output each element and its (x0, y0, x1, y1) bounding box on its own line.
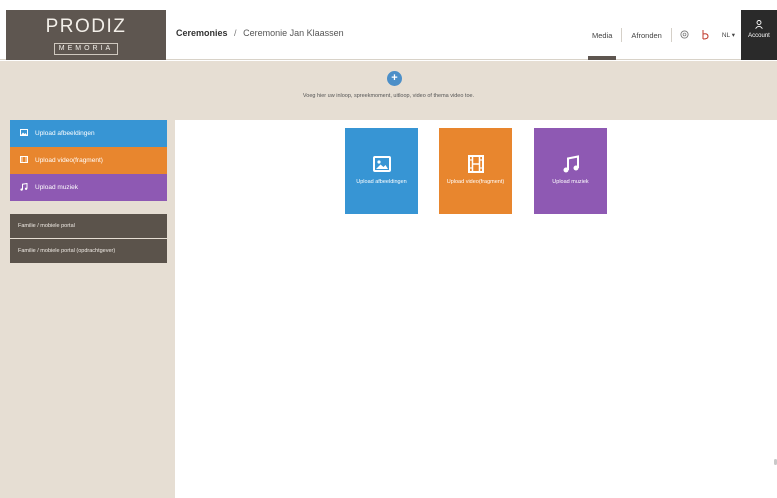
sidebar-family-portal-button[interactable]: Familie / mobiele portal (10, 214, 167, 238)
breadcrumb-ceremonies-link[interactable]: Ceremonies (176, 28, 228, 38)
upload-images-tile[interactable]: Upload afbeeldingen (345, 128, 418, 214)
sidebar-family-portal-client-button[interactable]: Familie / mobiele portal (opdrachtgever) (10, 239, 167, 263)
nav-media-label: Media (591, 30, 613, 40)
music-note-icon (19, 182, 29, 193)
nav-afronden-tab[interactable]: Afronden (624, 10, 668, 60)
upload-images-tile-label: Upload afbeeldingen (356, 179, 407, 185)
logo-main-text: PRODIZ (45, 16, 127, 37)
nav-afronden-label: Afronden (631, 30, 662, 40)
upload-music-tile[interactable]: Upload muziek (534, 128, 607, 214)
account-label: Account (748, 33, 770, 39)
nav-media-tab[interactable]: Media (585, 10, 619, 60)
prodiz-memoria-logo[interactable]: PRODIZ MEMORIA (6, 10, 166, 60)
breadcrumb: Ceremonies / Ceremonie Jan Klaassen (176, 28, 344, 38)
logo-sub-text: MEMORIA (53, 43, 119, 55)
media-drop-zone[interactable]: + Voeg hier uw inloop, spreekmoment, uit… (0, 61, 777, 120)
add-media-button[interactable]: + (387, 71, 402, 86)
main-content: Upload afbeeldingen Upload video(fragmen… (175, 120, 777, 498)
drop-zone-instructions: Voeg hier uw inloop, spreekmoment, uitlo… (302, 93, 475, 99)
image-icon (19, 129, 29, 138)
help-icon[interactable] (674, 29, 695, 41)
notification-icon[interactable] (695, 29, 716, 42)
sidebar: Upload afbeeldingen Upload video(fragmen… (0, 120, 175, 498)
upload-video-tile[interactable]: Upload video(fragment) (439, 128, 512, 214)
sidebar-upload-video-button[interactable]: Upload video(fragment) (10, 147, 167, 174)
sidebar-upload-images-label: Upload afbeeldingen (35, 130, 95, 137)
sidebar-upload-images-button[interactable]: Upload afbeeldingen (10, 120, 167, 147)
sidebar-family-portal-label: Familie / mobiele portal (18, 223, 75, 229)
image-icon (372, 156, 391, 172)
upload-music-tile-label: Upload muziek (552, 179, 589, 185)
breadcrumb-separator: / (234, 28, 237, 38)
music-note-icon (563, 155, 579, 173)
upload-video-tile-label: Upload video(fragment) (446, 179, 505, 185)
film-icon (19, 156, 29, 165)
nav-divider (621, 28, 623, 42)
film-icon (467, 155, 484, 173)
sidebar-family-portal-client-label: Familie / mobiele portal (opdrachtgever) (18, 248, 116, 254)
account-button[interactable]: Account (741, 10, 777, 60)
language-select[interactable]: NL ▾ (716, 31, 741, 39)
top-nav: Media Afronden NL ▾ (585, 10, 741, 60)
sidebar-upload-music-label: Upload muziek (35, 184, 78, 191)
top-header: PRODIZ MEMORIA Ceremonies / Ceremonie Ja… (0, 10, 777, 60)
breadcrumb-current: Ceremonie Jan Klaassen (243, 28, 344, 38)
user-icon (741, 20, 777, 32)
sidebar-upload-music-button[interactable]: Upload muziek (10, 174, 167, 201)
nav-divider (670, 28, 672, 42)
sidebar-upload-video-label: Upload video(fragment) (35, 157, 103, 164)
